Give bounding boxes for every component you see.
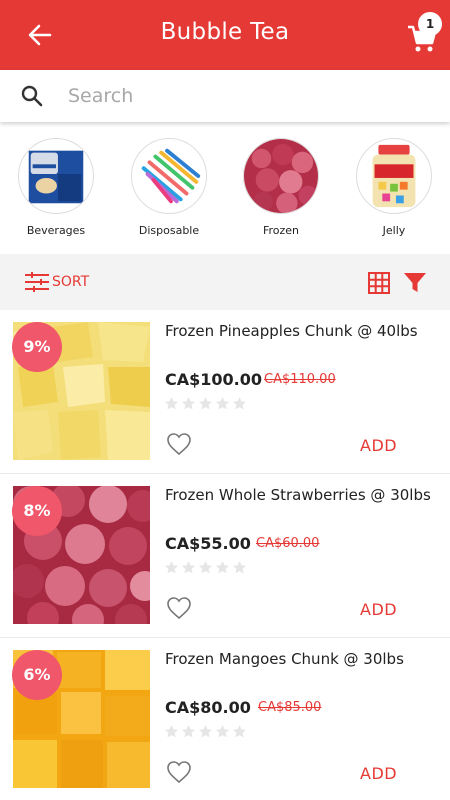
- star-rating: [164, 560, 247, 576]
- page-title: Bubble Tea: [160, 19, 290, 45]
- star-icon: [181, 560, 196, 574]
- add-button[interactable]: ADD: [360, 436, 397, 455]
- category-label: Jelly: [382, 224, 406, 237]
- star-icon: [164, 396, 179, 410]
- star-icon: [232, 724, 247, 738]
- heart-icon[interactable]: [166, 760, 192, 784]
- sort-label: SORT: [52, 274, 90, 290]
- frozen-strawberries-image: [243, 138, 319, 214]
- product-name: Frozen Pineapples Chunk @ 40lbs: [165, 322, 418, 340]
- product-price: CA$55.00: [165, 534, 251, 553]
- category-label: Frozen: [262, 224, 300, 237]
- tea-box-image: [18, 138, 94, 214]
- star-icon: [215, 396, 230, 410]
- product-card[interactable]: 6% Frozen Mangoes Chunk @ 30lbs CA$80.00…: [0, 638, 450, 800]
- star-rating: [164, 396, 247, 412]
- cart-count-badge: 1: [418, 12, 442, 36]
- star-icon: [215, 560, 230, 574]
- star-rating: [164, 724, 247, 740]
- category-frozen[interactable]: Frozen: [235, 138, 327, 237]
- discount-badge: 6%: [12, 650, 62, 700]
- add-button[interactable]: ADD: [360, 600, 397, 619]
- product-name: Frozen Whole Strawberries @ 30lbs: [165, 486, 431, 504]
- category-beverages[interactable]: Beverages: [10, 138, 102, 237]
- heart-icon[interactable]: [166, 596, 192, 620]
- star-icon: [164, 560, 179, 574]
- category-disposable[interactable]: Disposable: [123, 138, 215, 237]
- filter-icon[interactable]: [403, 272, 427, 294]
- straws-image: [131, 138, 207, 214]
- sliders-icon: [25, 272, 49, 292]
- star-icon: [232, 560, 247, 574]
- star-icon: [164, 724, 179, 738]
- star-icon: [181, 724, 196, 738]
- product-old-price: CA$60.00: [256, 536, 320, 551]
- product-price: CA$80.00: [165, 698, 251, 717]
- product-old-price: CA$110.00: [264, 372, 336, 387]
- product-price: CA$100.00: [165, 370, 262, 389]
- product-old-price: CA$85.00: [258, 700, 322, 715]
- search-bar: [0, 70, 450, 122]
- star-icon: [198, 724, 213, 738]
- discount-badge: 9%: [12, 322, 62, 372]
- search-input[interactable]: [68, 82, 428, 110]
- add-button[interactable]: ADD: [360, 764, 397, 783]
- product-card[interactable]: 9% Frozen Pineapples Chunk @ 40lbs CA$10…: [0, 310, 450, 474]
- star-icon: [215, 724, 230, 738]
- discount-badge: 8%: [12, 486, 62, 536]
- app-header: Bubble Tea 1: [0, 0, 450, 70]
- category-label: Disposable: [138, 224, 200, 237]
- search-icon: [21, 85, 43, 107]
- category-label: Beverages: [26, 224, 86, 237]
- sort-filter-bar: SORT: [0, 254, 450, 310]
- star-icon: [198, 560, 213, 574]
- product-name: Frozen Mangoes Chunk @ 30lbs: [165, 650, 404, 668]
- heart-icon[interactable]: [166, 432, 192, 456]
- product-card[interactable]: 8% Frozen Whole Strawberries @ 30lbs CA$…: [0, 474, 450, 638]
- star-icon: [198, 396, 213, 410]
- star-icon: [232, 396, 247, 410]
- sort-button[interactable]: SORT: [24, 270, 89, 294]
- rainbow-jelly-jar-image: [356, 138, 432, 214]
- grid-view-icon[interactable]: [368, 272, 390, 294]
- category-jelly[interactable]: Jelly: [348, 138, 440, 237]
- star-icon: [181, 396, 196, 410]
- category-list: Beverages Disposable Frozen Jelly: [0, 130, 450, 250]
